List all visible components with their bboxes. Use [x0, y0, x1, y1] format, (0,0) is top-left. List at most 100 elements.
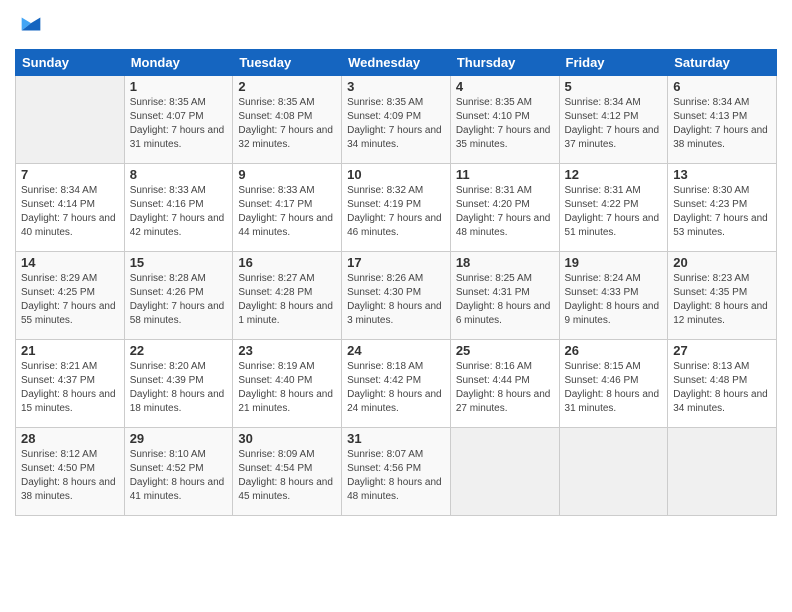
day-number: 1 — [130, 79, 228, 94]
day-info: Sunrise: 8:33 AMSunset: 4:17 PMDaylight:… — [238, 184, 336, 240]
day-number: 26 — [565, 343, 663, 358]
day-cell: 27 Sunrise: 8:13 AMSunset: 4:48 PMDayligh… — [668, 339, 777, 427]
day-info: Sunrise: 8:24 AMSunset: 4:33 PMDaylight:… — [565, 272, 663, 328]
week-row-3: 14Sunrise: 8:29 AMSunset: 4:25 PMDayligh… — [16, 251, 777, 339]
day-number: 17 — [347, 255, 445, 270]
day-number: 27 — [673, 343, 771, 358]
day-info: Sunrise: 8:15 AMSunset: 4:46 PMDaylight:… — [565, 360, 663, 416]
day-number: 4 — [456, 79, 554, 94]
day-info: Sunrise: 8:21 AMSunset: 4:37 PMDaylight:… — [21, 360, 119, 416]
day-header-sunday: Sunday — [16, 49, 125, 75]
day-number: 30 — [238, 431, 336, 446]
day-number: 13 — [673, 167, 771, 182]
day-info: Sunrise: 8:18 AMSunset: 4:42 PMDaylight:… — [347, 360, 445, 416]
day-cell: 4 Sunrise: 8:35 AMSunset: 4:10 PMDaylight… — [450, 75, 559, 163]
day-info: Sunrise: 8:16 AMSunset: 4:44 PMDaylight:… — [456, 360, 554, 416]
day-cell: 16 Sunrise: 8:27 AMSunset: 4:28 PMDayligh… — [233, 251, 342, 339]
day-info: Sunrise: 8:27 AMSunset: 4:28 PMDaylight:… — [238, 272, 336, 328]
day-cell: 26 Sunrise: 8:15 AMSunset: 4:46 PMDayligh… — [559, 339, 668, 427]
day-number: 8 — [130, 167, 228, 182]
day-cell — [450, 427, 559, 515]
day-cell — [16, 75, 125, 163]
day-cell: 1 Sunrise: 8:35 AMSunset: 4:07 PMDaylight… — [124, 75, 233, 163]
day-info: Sunrise: 8:30 AMSunset: 4:23 PMDaylight:… — [673, 184, 771, 240]
day-cell: 12 Sunrise: 8:31 AMSunset: 4:22 PMDayligh… — [559, 163, 668, 251]
day-number: 12 — [565, 167, 663, 182]
day-number: 20 — [673, 255, 771, 270]
day-cell: 8 Sunrise: 8:33 AMSunset: 4:16 PMDaylight… — [124, 163, 233, 251]
day-cell: 3 Sunrise: 8:35 AMSunset: 4:09 PMDaylight… — [342, 75, 451, 163]
day-cell: 5Sunrise: 8:34 AMSunset: 4:12 PMDaylight… — [559, 75, 668, 163]
header — [15, 10, 777, 43]
logo-icon — [17, 10, 45, 38]
day-header-thursday: Thursday — [450, 49, 559, 75]
day-cell: 20 Sunrise: 8:23 AMSunset: 4:35 PMDayligh… — [668, 251, 777, 339]
day-cell: 6Sunrise: 8:34 AMSunset: 4:13 PMDaylight… — [668, 75, 777, 163]
day-info: Sunrise: 8:29 AMSunset: 4:25 PMDaylight:… — [21, 272, 119, 328]
day-number: 18 — [456, 255, 554, 270]
day-info: Sunrise: 8:32 AMSunset: 4:19 PMDaylight:… — [347, 184, 445, 240]
day-number: 9 — [238, 167, 336, 182]
day-info: Sunrise: 8:35 AMSunset: 4:07 PMDaylight:… — [130, 96, 228, 152]
week-row-2: 7 Sunrise: 8:34 AMSunset: 4:14 PMDaylight… — [16, 163, 777, 251]
day-number: 11 — [456, 167, 554, 182]
day-cell: 17Sunrise: 8:26 AMSunset: 4:30 PMDayligh… — [342, 251, 451, 339]
day-info: Sunrise: 8:10 AMSunset: 4:52 PMDaylight:… — [130, 448, 228, 504]
day-number: 15 — [130, 255, 228, 270]
logo — [15, 10, 45, 43]
day-number: 24 — [347, 343, 445, 358]
calendar-table: SundayMondayTuesdayWednesdayThursdayFrid… — [15, 49, 777, 516]
day-cell: 11 Sunrise: 8:31 AMSunset: 4:20 PMDayligh… — [450, 163, 559, 251]
day-cell: 7 Sunrise: 8:34 AMSunset: 4:14 PMDaylight… — [16, 163, 125, 251]
day-number: 16 — [238, 255, 336, 270]
day-number: 25 — [456, 343, 554, 358]
calendar-page: SundayMondayTuesdayWednesdayThursdayFrid… — [0, 0, 792, 612]
day-info: Sunrise: 8:07 AMSunset: 4:56 PMDaylight:… — [347, 448, 445, 504]
day-info: Sunrise: 8:23 AMSunset: 4:35 PMDaylight:… — [673, 272, 771, 328]
day-cell: 21 Sunrise: 8:21 AMSunset: 4:37 PMDayligh… — [16, 339, 125, 427]
week-row-4: 21 Sunrise: 8:21 AMSunset: 4:37 PMDayligh… — [16, 339, 777, 427]
day-cell: 22 Sunrise: 8:20 AMSunset: 4:39 PMDayligh… — [124, 339, 233, 427]
day-info: Sunrise: 8:33 AMSunset: 4:16 PMDaylight:… — [130, 184, 228, 240]
week-row-1: 1 Sunrise: 8:35 AMSunset: 4:07 PMDaylight… — [16, 75, 777, 163]
day-cell: 31 Sunrise: 8:07 AMSunset: 4:56 PMDayligh… — [342, 427, 451, 515]
day-cell: 9 Sunrise: 8:33 AMSunset: 4:17 PMDaylight… — [233, 163, 342, 251]
day-cell — [559, 427, 668, 515]
day-cell: 23Sunrise: 8:19 AMSunset: 4:40 PMDayligh… — [233, 339, 342, 427]
day-cell: 10 Sunrise: 8:32 AMSunset: 4:19 PMDayligh… — [342, 163, 451, 251]
day-number: 21 — [21, 343, 119, 358]
day-header-wednesday: Wednesday — [342, 49, 451, 75]
day-number: 28 — [21, 431, 119, 446]
day-cell: 2 Sunrise: 8:35 AMSunset: 4:08 PMDaylight… — [233, 75, 342, 163]
day-number: 7 — [21, 167, 119, 182]
day-cell: 30 Sunrise: 8:09 AMSunset: 4:54 PMDayligh… — [233, 427, 342, 515]
day-cell: 15Sunrise: 8:28 AMSunset: 4:26 PMDayligh… — [124, 251, 233, 339]
day-number: 19 — [565, 255, 663, 270]
day-header-friday: Friday — [559, 49, 668, 75]
day-number: 31 — [347, 431, 445, 446]
day-info: Sunrise: 8:09 AMSunset: 4:54 PMDaylight:… — [238, 448, 336, 504]
day-number: 22 — [130, 343, 228, 358]
day-info: Sunrise: 8:35 AMSunset: 4:09 PMDaylight:… — [347, 96, 445, 152]
day-info: Sunrise: 8:35 AMSunset: 4:10 PMDaylight:… — [456, 96, 554, 152]
day-number: 10 — [347, 167, 445, 182]
day-number: 2 — [238, 79, 336, 94]
day-info: Sunrise: 8:13 AMSunset: 4:48 PMDaylight:… — [673, 360, 771, 416]
day-number: 6 — [673, 79, 771, 94]
day-cell: 28Sunrise: 8:12 AMSunset: 4:50 PMDayligh… — [16, 427, 125, 515]
day-cell: 25 Sunrise: 8:16 AMSunset: 4:44 PMDayligh… — [450, 339, 559, 427]
day-cell: 29 Sunrise: 8:10 AMSunset: 4:52 PMDayligh… — [124, 427, 233, 515]
day-number: 3 — [347, 79, 445, 94]
day-info: Sunrise: 8:31 AMSunset: 4:22 PMDaylight:… — [565, 184, 663, 240]
day-info: Sunrise: 8:35 AMSunset: 4:08 PMDaylight:… — [238, 96, 336, 152]
day-headers-row: SundayMondayTuesdayWednesdayThursdayFrid… — [16, 49, 777, 75]
day-number: 29 — [130, 431, 228, 446]
day-info: Sunrise: 8:20 AMSunset: 4:39 PMDaylight:… — [130, 360, 228, 416]
day-info: Sunrise: 8:34 AMSunset: 4:12 PMDaylight:… — [565, 96, 663, 152]
day-cell: 14Sunrise: 8:29 AMSunset: 4:25 PMDayligh… — [16, 251, 125, 339]
day-cell: 13 Sunrise: 8:30 AMSunset: 4:23 PMDayligh… — [668, 163, 777, 251]
day-info: Sunrise: 8:31 AMSunset: 4:20 PMDaylight:… — [456, 184, 554, 240]
day-header-saturday: Saturday — [668, 49, 777, 75]
day-info: Sunrise: 8:34 AMSunset: 4:14 PMDaylight:… — [21, 184, 119, 240]
day-header-tuesday: Tuesday — [233, 49, 342, 75]
